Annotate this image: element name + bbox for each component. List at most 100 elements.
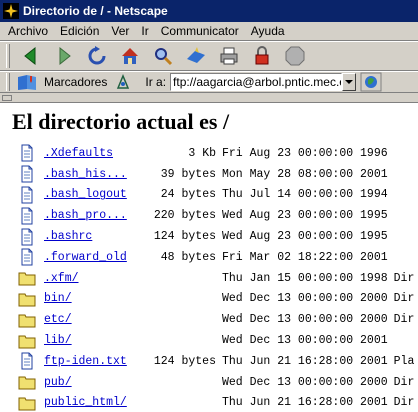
menu-edicion[interactable]: Edición bbox=[54, 24, 105, 38]
file-link[interactable]: ftp-iden.txt bbox=[44, 355, 140, 368]
search-button[interactable] bbox=[148, 43, 178, 69]
file-date: Wed Dec 13 00:00:00 2001 bbox=[222, 334, 388, 348]
folder-icon[interactable] bbox=[18, 311, 36, 329]
home-icon bbox=[122, 48, 138, 64]
file-row: .Xdefaults 3 Kb Fri Aug 23 00:00:00 1996 bbox=[18, 143, 418, 164]
location-grip[interactable] bbox=[6, 73, 10, 91]
file-link[interactable]: public_html/ bbox=[44, 396, 140, 409]
bookmarks-icon bbox=[18, 75, 36, 90]
file-link[interactable]: .forward_old bbox=[44, 251, 140, 264]
file-row: .bash_logout 24 bytes Thu Jul 14 00:00:00 … bbox=[18, 185, 418, 206]
file-icon[interactable] bbox=[18, 207, 36, 225]
file-size: 220 bytes bbox=[153, 209, 216, 223]
file-date: Wed Aug 23 00:00:00 1995 bbox=[222, 230, 388, 244]
title-bar: Directorio de / - Netscape bbox=[0, 0, 418, 22]
stop-icon bbox=[285, 46, 305, 66]
file-link[interactable]: .bash_pro... bbox=[44, 209, 140, 222]
print-button[interactable] bbox=[214, 43, 244, 69]
menu-archivo[interactable]: Archivo bbox=[2, 24, 54, 38]
folder-icon[interactable] bbox=[18, 269, 36, 287]
file-link[interactable]: .bash_his... bbox=[44, 168, 140, 181]
file-date: Fri Mar 02 18:22:00 2001 bbox=[222, 250, 388, 264]
file-link[interactable]: .Xdefaults bbox=[44, 147, 140, 160]
file-size: 3 Kb bbox=[188, 146, 216, 160]
file-link[interactable]: .xfm/ bbox=[44, 272, 140, 285]
menu-communicator[interactable]: Communicator bbox=[155, 24, 245, 38]
back-button[interactable] bbox=[16, 43, 46, 69]
location-toolbar: Marcadores Ir a: ftp://aagarcia@arbol.pn… bbox=[0, 71, 418, 93]
file-date: Wed Dec 13 00:00:00 2000 bbox=[222, 313, 388, 327]
security-button[interactable] bbox=[247, 43, 277, 69]
file-type: Dir bbox=[393, 271, 415, 285]
file-link[interactable]: etc/ bbox=[44, 313, 140, 326]
guide-button[interactable] bbox=[181, 43, 211, 69]
file-link[interactable]: bin/ bbox=[44, 292, 140, 305]
navigation-toolbar bbox=[0, 41, 418, 71]
file-icon[interactable] bbox=[18, 248, 36, 266]
page-content: El directorio actual es / .Xdefaults 3 Kb… bbox=[0, 103, 418, 412]
file-link[interactable]: .bash_logout bbox=[44, 188, 140, 201]
page-proxy-icon[interactable] bbox=[115, 74, 131, 90]
toolbar-expand-tab[interactable] bbox=[2, 95, 12, 101]
related-sites-icon[interactable] bbox=[360, 72, 382, 92]
toolbar-grip[interactable] bbox=[6, 44, 10, 68]
file-icon[interactable] bbox=[18, 144, 36, 162]
security-icon bbox=[255, 46, 269, 65]
menu-ver[interactable]: Ver bbox=[105, 24, 135, 38]
file-type: Dir bbox=[393, 292, 415, 306]
file-date: Wed Dec 13 00:00:00 2000 bbox=[222, 375, 388, 389]
netscape-logo-icon bbox=[3, 3, 19, 19]
guide-icon bbox=[187, 47, 205, 63]
file-row: .bash_his... 39 bytes Mon May 28 08:00:00 … bbox=[18, 164, 418, 185]
page-heading: El directorio actual es / bbox=[12, 109, 230, 134]
file-icon[interactable] bbox=[18, 352, 36, 370]
file-icon[interactable] bbox=[18, 165, 36, 183]
file-row: lib/Wed Dec 13 00:00:00 2001 bbox=[18, 330, 418, 351]
file-link[interactable]: .bashrc bbox=[44, 230, 140, 243]
file-type: Dir bbox=[393, 313, 415, 327]
file-type: Dir bbox=[393, 375, 415, 389]
reload-button[interactable] bbox=[82, 43, 112, 69]
folder-icon[interactable] bbox=[18, 373, 36, 391]
file-type: Pla bbox=[393, 354, 415, 368]
file-date: Thu Jun 21 16:28:00 2001 bbox=[222, 354, 388, 368]
file-size: 124 bytes bbox=[153, 230, 216, 244]
folder-icon[interactable] bbox=[18, 394, 36, 412]
home-button[interactable] bbox=[115, 43, 145, 69]
folder-icon[interactable] bbox=[18, 290, 36, 308]
forward-button[interactable] bbox=[49, 43, 79, 69]
file-link[interactable]: pub/ bbox=[44, 376, 140, 389]
menu-ayuda[interactable]: Ayuda bbox=[245, 24, 291, 38]
file-row: etc/Wed Dec 13 00:00:00 2000 Dir bbox=[18, 309, 418, 330]
file-list: .Xdefaults 3 Kb Fri Aug 23 00:00:00 1996 .b… bbox=[18, 143, 418, 412]
collapsed-toolbar-strip bbox=[0, 93, 418, 103]
file-size: 39 bytes bbox=[160, 167, 216, 181]
file-link[interactable]: lib/ bbox=[44, 334, 140, 347]
bookmarks-button[interactable]: Marcadores bbox=[16, 73, 107, 91]
file-icon[interactable] bbox=[18, 228, 36, 246]
file-date: Fri Aug 23 00:00:00 1996 bbox=[222, 146, 388, 160]
back-icon bbox=[24, 46, 36, 66]
stop-button[interactable] bbox=[280, 43, 310, 69]
file-row: .bashrc 124 bytes Wed Aug 23 00:00:00 1995 bbox=[18, 226, 418, 247]
file-date: Wed Dec 13 00:00:00 2000 bbox=[222, 292, 388, 306]
url-dropdown-button[interactable] bbox=[342, 73, 357, 91]
search-icon bbox=[155, 48, 173, 66]
reload-icon bbox=[88, 46, 106, 65]
menu-ir[interactable]: Ir bbox=[135, 24, 154, 38]
go-to-label: Ir a: bbox=[145, 75, 167, 89]
file-date: Thu Jan 15 00:00:00 1998 bbox=[222, 271, 388, 285]
file-size: 124 bytes bbox=[153, 354, 216, 368]
url-input[interactable]: ftp://aagarcia@arbol.pntic.mec.es/ bbox=[170, 73, 343, 91]
file-row: ftp-iden.txt 124 bytes Thu Jun 21 16:28:00… bbox=[18, 351, 418, 372]
file-row: .forward_old 48 bytes Fri Mar 02 18:22:00 … bbox=[18, 247, 418, 268]
folder-icon[interactable] bbox=[18, 332, 36, 350]
print-icon bbox=[220, 47, 238, 65]
file-row: .bash_pro... 220 bytes Wed Aug 23 00:00:00… bbox=[18, 205, 418, 226]
file-icon[interactable] bbox=[18, 186, 36, 204]
file-row: bin/Wed Dec 13 00:00:00 2000 Dir bbox=[18, 289, 418, 310]
bookmarks-label: Marcadores bbox=[44, 75, 108, 89]
chevron-down-icon bbox=[345, 80, 354, 84]
file-type: Dir bbox=[393, 396, 415, 410]
file-row: public_html/Thu Jun 21 16:28:00 2001 Dir bbox=[18, 393, 418, 412]
